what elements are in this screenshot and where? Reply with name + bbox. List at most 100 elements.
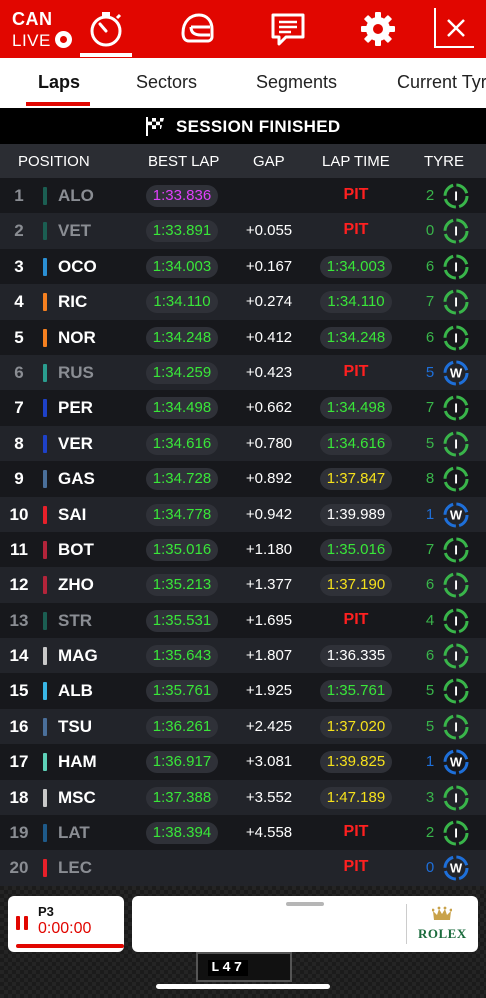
last-lap-time: 1:34.248 [320,326,392,349]
row-position: 13 [9,610,29,630]
table-row[interactable]: 1 ALO 1:33.836 PIT 2 I [0,178,486,214]
table-row[interactable]: 12 ZHO 1:35.213 +1.377 1:37.190 6 I [0,567,486,603]
best-lap-time: 1:34.259 [146,361,218,384]
table-row[interactable]: 16 TSU 1:36.261 +2.425 1:37.020 5 I [0,708,486,745]
chat-messages-icon[interactable] [268,9,308,49]
last-lap-time: 1:34.110 [320,291,392,314]
table-row[interactable]: 20 LEC PIT 0 W [0,850,486,886]
table-row[interactable]: 8 VER 1:34.616 +0.780 1:34.616 5 I [0,425,486,462]
intermediate-tyre-icon: I [443,678,469,704]
live-session-indicator[interactable]: CAN LIVE [12,9,72,52]
row-position: 6 [14,362,24,382]
table-row[interactable]: 14 MAG 1:35.643 +1.807 1:36.335 6 I [0,638,486,674]
close-button[interactable] [434,8,474,48]
intermediate-tyre-icon: I [443,572,469,598]
table-row[interactable]: 13 STR 1:35.531 +1.695 PIT 4 I [0,602,486,639]
table-row[interactable]: 6 RUS 1:34.259 +0.423 PIT 5 W [0,354,486,391]
best-lap-time: 1:37.388 [146,786,218,809]
playback-progress-bar [16,944,124,948]
pit-status: PIT [343,186,369,203]
row-position: 8 [14,433,24,453]
driver-code: LEC [58,858,92,878]
last-lap-time: 1:35.761 [320,680,392,703]
tyre-laps: 6 [425,576,435,594]
sheet-divider [406,904,407,944]
team-color-bar [43,788,47,807]
home-indicator[interactable] [156,984,330,989]
wet-tyre-icon: W [443,502,469,528]
driver-code: RIC [58,292,88,312]
tab-laps[interactable]: Laps [38,72,80,93]
driver-code: PER [58,398,93,418]
bottom-sheet[interactable]: ROLEX [132,896,478,952]
team-color-bar [43,576,47,595]
last-lap-time: 1:47.189 [320,786,392,809]
tyre-compound-letter: I [454,330,458,345]
table-row[interactable]: 19 LAT 1:38.394 +4.558 PIT 2 I [0,815,486,851]
gap-to-leader: +1.180 [245,540,293,558]
best-lap-time: 1:34.616 [146,432,218,455]
gap-to-leader: +0.274 [245,293,293,311]
timing-table: 1 ALO 1:33.836 PIT 2 I 2 VET 1:33.891 +0.055 PIT 0 I… [0,178,486,886]
row-position: 5 [14,327,24,347]
table-row[interactable]: 9 GAS 1:34.728 +0.892 1:37.847 8 I [0,461,486,497]
last-lap-time: 1:34.498 [320,397,392,420]
team-color-bar [43,505,47,524]
best-lap-time: 1:33.891 [146,220,218,243]
tyre-compound-letter: W [450,365,463,380]
session-label: P3 [38,904,54,919]
driver-code: MSC [58,787,96,807]
tab-current-tyres[interactable]: Current Tyres [397,72,486,93]
gap-to-leader: +0.780 [245,434,293,452]
tab-sectors[interactable]: Sectors [136,72,197,93]
team-color-bar [43,470,47,489]
driver-code: VET [58,221,92,241]
tab-segments[interactable]: Segments [256,72,337,93]
driver-code: LAT [58,823,90,843]
last-lap-time: 1:36.335 [320,645,392,668]
tyre-laps: 7 [425,293,435,311]
tyre-compound-letter: W [450,755,463,770]
intermediate-tyre-icon: I [443,466,469,492]
row-position: 15 [9,681,29,701]
intermediate-tyre-icon: I [443,395,469,421]
intermediate-tyre-icon: I [443,714,469,740]
gap-to-leader: +0.662 [245,399,293,417]
table-row[interactable]: 7 PER 1:34.498 +0.662 1:34.498 7 I [0,390,486,426]
last-lap-time: 1:37.847 [320,468,392,491]
table-row[interactable]: 10 SAI 1:34.778 +0.942 1:39.989 1 W [0,496,486,532]
settings-gear-icon[interactable] [358,9,398,49]
best-lap-time: 1:34.110 [146,291,218,314]
table-row[interactable]: 11 BOT 1:35.016 +1.180 1:35.016 7 I [0,531,486,568]
session-player-card[interactable]: P3 0:00:00 [8,896,124,952]
driver-code: BOT [58,539,94,559]
table-row[interactable]: 4 RIC 1:34.110 +0.274 1:34.110 7 I [0,284,486,320]
live-label: LIVE [12,31,51,50]
table-row[interactable]: 2 VET 1:33.891 +0.055 PIT 0 I [0,213,486,249]
checkered-flag-icon [146,117,164,136]
table-row[interactable]: 15 ALB 1:35.761 +1.925 1:35.761 5 I [0,673,486,709]
helmet-icon[interactable] [177,9,217,49]
table-row[interactable]: 18 MSC 1:37.388 +3.552 1:47.189 3 I [0,779,486,816]
driver-code: TSU [58,716,92,736]
table-row[interactable]: 3 OCO 1:34.003 +0.167 1:34.003 6 I [0,248,486,285]
last-lap-time: 1:37.020 [320,715,392,738]
rolex-crown-icon [432,906,452,920]
column-header-lap-time: LAP TIME [322,153,390,170]
pause-icon[interactable] [15,916,29,930]
last-lap-time: 1:34.616 [320,432,392,455]
tyre-laps: 6 [425,647,435,665]
timing-stopwatch-icon[interactable] [86,9,126,49]
tyre-laps: 5 [425,434,435,452]
intermediate-tyre-icon: I [443,254,469,280]
sheet-drag-handle[interactable] [286,902,324,906]
tyre-laps: 2 [425,187,435,204]
team-color-bar [43,647,47,666]
row-position: 14 [9,646,29,666]
team-color-bar [43,824,47,843]
table-row[interactable]: 5 NOR 1:34.248 +0.412 1:34.248 6 I [0,319,486,355]
best-lap-time: 1:35.643 [146,645,218,668]
lap-counter-text: L47 [208,960,249,976]
table-row[interactable]: 17 HAM 1:36.917 +3.081 1:39.825 1 W [0,744,486,780]
best-lap-time: 1:35.213 [146,574,218,597]
